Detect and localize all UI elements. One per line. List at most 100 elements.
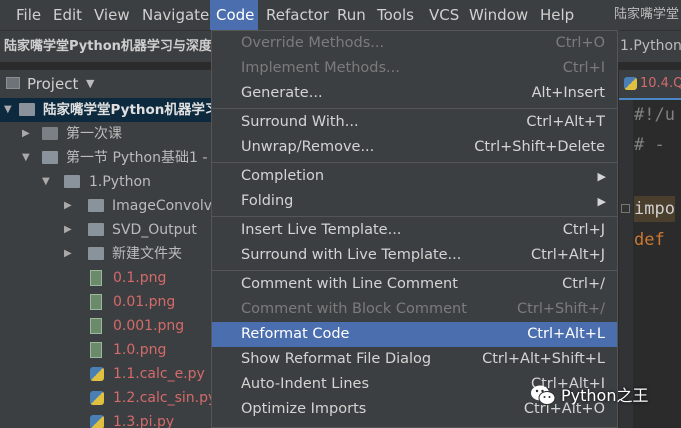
menu-code[interactable]: Code (210, 0, 258, 30)
menu-item-comment-line[interactable]: Comment with Line Comment Ctrl+/ (212, 272, 617, 297)
expand-right-icon[interactable]: ▶ (64, 218, 76, 242)
menu-item-comment-block[interactable]: Comment with Block Comment Ctrl+Shift+/ (212, 297, 617, 322)
menu-item-shortcut: Ctrl+/ (562, 276, 605, 292)
menu-item-shortcut: Ctrl+Alt+J (530, 247, 605, 263)
menu-item-shortcut: Ctrl+Shift+Delete (474, 139, 605, 155)
menu-view[interactable]: View (88, 0, 133, 30)
menu-item-label: Reformat Code (241, 326, 350, 342)
menu-vcs[interactable]: VCS (423, 0, 459, 30)
tree-folder-row[interactable]: ▶ 新建文件夹 (0, 242, 213, 266)
watermark-text: Python之王 (561, 386, 649, 405)
expand-down-icon[interactable]: ▼ (22, 146, 34, 170)
tree-item-label: SVD_Output (112, 222, 197, 238)
menu-separator (212, 162, 617, 163)
tree-item-label: 1.2.calc_sin.py (113, 390, 213, 406)
menu-help[interactable]: Help (534, 0, 579, 30)
menu-separator (212, 108, 617, 109)
menu-item-completion[interactable]: Completion ▶ (212, 164, 617, 189)
tree-item-label: ImageConvolve (112, 198, 213, 214)
menu-window[interactable]: Window (463, 0, 531, 30)
project-icon (6, 77, 20, 89)
tree-folder-row[interactable]: ▶ 第一次课 (0, 122, 213, 146)
python-file-icon (90, 415, 104, 428)
menu-item-show-reformat-dialog[interactable]: Show Reformat File Dialog Ctrl+Alt+Shift+… (212, 347, 617, 372)
tree-file-row[interactable]: 1.0.png (0, 338, 213, 362)
tree-folder-row[interactable]: ▶ SVD_Output (0, 218, 213, 242)
code-line[interactable]: impo (634, 196, 675, 222)
menu-item-label: Completion (241, 168, 325, 184)
menu-item-generate[interactable]: Generate... Alt+Insert (212, 81, 617, 106)
menu-navigate[interactable]: Navigate (136, 0, 210, 30)
tree-folder-row[interactable]: ▼ 第一节 Python基础1 - (0, 146, 213, 170)
menu-item-label: Override Methods... (241, 35, 385, 51)
menu-item-unwrap-remove[interactable]: Unwrap/Remove... Ctrl+Shift+Delete (212, 135, 617, 160)
editor-tab-label[interactable]: 10.4.Q (640, 70, 681, 98)
menu-item-reformat-code[interactable]: Reformat Code Ctrl+Alt+L (212, 322, 617, 347)
menu-item-label: Generate... (241, 85, 323, 101)
menu-item-label: Auto-Indent Lines (241, 376, 370, 392)
menu-item-label: Insert Live Template... (241, 222, 402, 238)
tree-item-label: 第一节 Python基础1 - (66, 150, 208, 166)
project-tree: ▼ 陆家嘴学堂Python机器学习 ▶ 第一次课 ▼ 第一节 Python基础1 - ▼ 1.… (0, 98, 213, 428)
tree-file-row[interactable]: 1.3.pi.py (0, 410, 213, 428)
tree-folder-row[interactable]: ▼ 陆家嘴学堂Python机器学习 (0, 98, 213, 122)
tree-item-label: 1.0.png (113, 342, 167, 358)
fold-toggle-icon[interactable] (621, 204, 630, 213)
image-file-icon (90, 270, 102, 286)
folder-icon (88, 223, 104, 236)
menu-item-label: Implement Methods... (241, 60, 400, 76)
menu-item-shortcut: Ctrl+Alt+Shift+L (482, 351, 605, 367)
menu-file[interactable]: File (10, 0, 42, 30)
tree-file-row[interactable]: 0.01.png (0, 290, 213, 314)
expand-right-icon[interactable]: ▶ (64, 194, 76, 218)
expand-right-icon[interactable]: ▶ (22, 122, 34, 146)
tree-item-label: 1.Python (89, 174, 151, 190)
folder-icon (64, 175, 80, 188)
tree-file-row[interactable]: 1.1.calc_e.py (0, 362, 213, 386)
code-line[interactable]: # - (634, 132, 665, 158)
chevron-down-icon[interactable]: ▼ (86, 70, 94, 98)
menu-item-surround-with[interactable]: Surround With... Ctrl+Alt+T (212, 110, 617, 135)
folder-icon (88, 199, 104, 212)
menu-item-insert-live-template[interactable]: Insert Live Template... Ctrl+J (212, 218, 617, 243)
expand-down-icon[interactable]: ▼ (4, 98, 16, 122)
expand-right-icon[interactable]: ▶ (64, 242, 76, 266)
tree-file-row[interactable]: 1.2.calc_sin.py (0, 386, 213, 410)
menu-tools[interactable]: Tools (371, 0, 419, 30)
tree-file-row[interactable]: 0.001.png (0, 314, 213, 338)
project-panel-title[interactable]: Project (27, 70, 78, 98)
tree-item-label: 新建文件夹 (112, 246, 182, 262)
expand-down-icon[interactable]: ▼ (42, 170, 54, 194)
tree-item-label: 陆家嘴学堂Python机器学习 (43, 102, 213, 118)
menu-edit[interactable]: Edit (47, 0, 85, 30)
menu-item-auto-indent-lines[interactable]: Auto-Indent Lines Ctrl+Alt+I (212, 372, 617, 397)
code-line[interactable]: def (634, 227, 665, 253)
submenu-arrow-icon: ▶ (597, 170, 606, 183)
menu-item-implement-methods[interactable]: Implement Methods... Ctrl+I (212, 56, 617, 81)
code-menu-dropdown: Override Methods... Ctrl+O Implement Metho… (211, 30, 618, 428)
menu-item-override-methods[interactable]: Override Methods... Ctrl+O (212, 31, 617, 56)
tree-item-label: 第一次课 (66, 126, 122, 142)
menu-separator (212, 216, 617, 217)
menu-item-optimize-imports[interactable]: Optimize Imports Ctrl+Alt+O (212, 397, 617, 422)
menu-item-label: Surround with Live Template... (241, 247, 462, 263)
folder-icon (42, 151, 58, 164)
breadcrumb-project[interactable]: 陆家嘴学堂Python机器学习与深度 (4, 31, 212, 62)
tree-folder-row[interactable]: ▶ ImageConvolve (0, 194, 213, 218)
tree-folder-row[interactable]: ▼ 1.Python (0, 170, 213, 194)
folder-icon (88, 247, 104, 260)
tree-item-label: 0.1.png (113, 270, 167, 286)
menu-item-surround-live-template[interactable]: Surround with Live Template... Ctrl+Alt+J (212, 243, 617, 268)
menu-refactor[interactable]: Refactor (260, 0, 330, 30)
menu-item-label: Unwrap/Remove... (241, 139, 375, 155)
code-line[interactable]: #!/u (634, 102, 675, 128)
python-file-icon (90, 367, 104, 381)
menu-item-folding[interactable]: Folding ▶ (212, 189, 617, 214)
menu-item-shortcut: Ctrl+Shift+/ (517, 301, 605, 317)
menu-item-shortcut: Ctrl+O (555, 35, 605, 51)
menu-item-shortcut: Ctrl+Alt+L (527, 326, 605, 342)
tree-file-row[interactable]: 0.1.png (0, 266, 213, 290)
menu-run[interactable]: Run (331, 0, 367, 30)
breadcrumb-folder[interactable]: 1.Python (620, 31, 681, 62)
tree-item-label: 0.001.png (113, 318, 185, 334)
